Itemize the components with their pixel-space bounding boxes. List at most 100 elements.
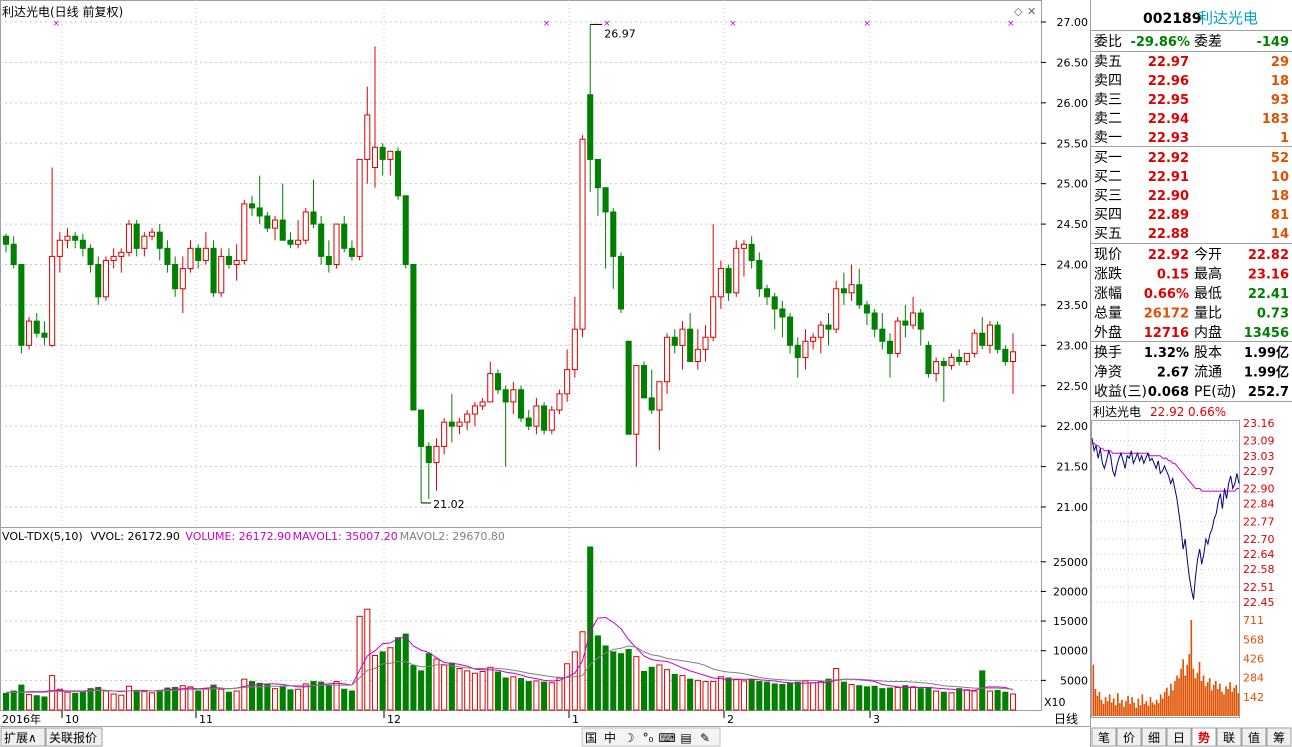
- candle-body: [571, 328, 578, 371]
- volume-bar: [502, 677, 509, 711]
- quote-tab-label[interactable]: 日: [1173, 731, 1185, 745]
- candle-body: [18, 264, 25, 346]
- mini-volume-bar: [1098, 691, 1101, 716]
- volume-bar: [740, 680, 747, 711]
- volume-bar: [625, 649, 632, 711]
- event-marker-icon[interactable]: ×: [1007, 19, 1015, 29]
- mini-volume-bar: [1151, 702, 1154, 716]
- mini-gridlines: [1092, 421, 1239, 717]
- order-price: 22.93: [1148, 131, 1189, 146]
- candle-body: [41, 332, 48, 338]
- mini-volume-bar: [1157, 703, 1160, 716]
- volume-bar: [694, 679, 701, 711]
- volume-bar: [564, 663, 571, 711]
- stat-label: 涨跌: [1094, 267, 1122, 283]
- quote-stats: 现价 22.92 今开 22.82 涨跌 0.15 最高 23.16 涨幅 0.66% 最低 22.4…: [1094, 247, 1289, 341]
- candle-body: [187, 247, 194, 270]
- candle-body: [149, 231, 156, 237]
- quote-tab-label[interactable]: 势: [1198, 730, 1210, 745]
- volume-bar: [810, 682, 817, 711]
- event-marker-icon[interactable]: ×: [543, 19, 551, 29]
- mini-tick-label: 22.51: [1243, 581, 1275, 594]
- close-icon[interactable]: ✕: [1027, 5, 1036, 18]
- volume-bar: [556, 677, 563, 711]
- quote-tab-label[interactable]: 细: [1148, 731, 1160, 745]
- mini-volume-bar: [1112, 698, 1115, 716]
- quote-tab-label[interactable]: 笔: [1098, 730, 1110, 745]
- kline-tick-label: 22.50: [1057, 380, 1089, 393]
- ime-toolbar-icons[interactable]: 国中 ☽ °₀ ⌨ ▤ ✎: [585, 730, 710, 745]
- event-marker-icon[interactable]: ×: [729, 19, 737, 29]
- tab-extend-label[interactable]: 扩展∧: [4, 731, 37, 745]
- candle-body: [825, 324, 832, 330]
- candle-body: [725, 268, 732, 294]
- candle-body: [318, 223, 325, 257]
- kline-gridlines: [0, 21, 1041, 508]
- high-annotation: 26.97: [604, 27, 636, 40]
- quote-tab-label[interactable]: 筹: [1273, 731, 1285, 745]
- order-label: 买四: [1094, 207, 1122, 223]
- volume-bar: [41, 696, 48, 711]
- volume-bar: [233, 690, 240, 711]
- mini-tick-label: 22.64: [1243, 548, 1275, 561]
- quote-tabs[interactable]: 笔价细日势联值筹: [1091, 727, 1292, 747]
- volume-bar: [302, 683, 309, 711]
- kline-tick-label: 24.50: [1057, 218, 1089, 231]
- kline-tick-label: 25.50: [1057, 137, 1089, 150]
- quote-tab-label[interactable]: 价: [1123, 731, 1135, 745]
- volume-bar: [195, 690, 202, 711]
- language-icon[interactable]: 国: [585, 731, 597, 745]
- volume-bar: [241, 678, 248, 711]
- volume-bar: [149, 692, 156, 711]
- mini-volume-tick-label: 711: [1243, 614, 1264, 627]
- wrench-icon[interactable]: ✎: [700, 731, 710, 745]
- candle-body: [248, 203, 256, 209]
- candle-body: [856, 284, 863, 306]
- candle-body: [1002, 348, 1009, 362]
- stat-label: 涨幅: [1094, 286, 1122, 302]
- menu-icon[interactable]: ▤: [680, 731, 691, 745]
- candle-body: [925, 344, 932, 375]
- volume-bar: [26, 694, 33, 711]
- candle-body: [364, 114, 371, 160]
- volume-tick-label: 20000: [1053, 585, 1088, 598]
- candle-body: [371, 146, 379, 169]
- candle-body: [341, 223, 348, 249]
- quote-tab-label[interactable]: 联: [1223, 731, 1235, 745]
- candle-body: [164, 247, 171, 265]
- mini-volume-bar: [1127, 695, 1129, 716]
- mini-volume-bar: [1149, 697, 1152, 716]
- chinese-input-icon[interactable]: 中: [604, 730, 616, 745]
- diamond-icon[interactable]: ◇: [1014, 5, 1023, 18]
- event-marker-icon[interactable]: ×: [863, 19, 871, 29]
- keyboard-icon[interactable]: ⌨: [658, 731, 675, 745]
- mini-volume-bar: [1168, 695, 1170, 716]
- volume-bar: [272, 688, 279, 711]
- order-volume: 29: [1271, 55, 1289, 70]
- mini-volume-tick-label: 284: [1243, 672, 1264, 685]
- event-marker-icon[interactable]: ×: [52, 19, 60, 29]
- mini-volume-bar: [1161, 698, 1164, 716]
- quote-tab-label[interactable]: 值: [1248, 730, 1260, 745]
- order-price: 22.96: [1148, 74, 1189, 89]
- kline-tick-label: 27.00: [1057, 16, 1089, 29]
- period-label[interactable]: 日线: [1054, 712, 1078, 726]
- stat-value: 23.16: [1248, 268, 1289, 283]
- candle-body: [379, 146, 386, 160]
- volume-bar: [940, 691, 947, 711]
- mini-volume-bar: [1159, 694, 1162, 716]
- candle-body: [10, 243, 17, 266]
- punctuation-icon[interactable]: °₀: [643, 731, 654, 745]
- tab-related-quotes-label[interactable]: 关联报价: [49, 730, 97, 745]
- volume-bar: [541, 681, 548, 711]
- mini-tick-label: 22.90: [1243, 483, 1275, 496]
- volume-bar: [640, 670, 648, 711]
- moon-icon[interactable]: ☽: [624, 731, 635, 745]
- candle-body: [687, 328, 694, 362]
- order-price: 22.95: [1148, 93, 1189, 108]
- mini-volume-bar: [1217, 688, 1219, 716]
- candle-body: [95, 264, 102, 298]
- candle-body: [49, 255, 56, 346]
- candle-body: [740, 243, 747, 249]
- candle-body: [886, 340, 894, 354]
